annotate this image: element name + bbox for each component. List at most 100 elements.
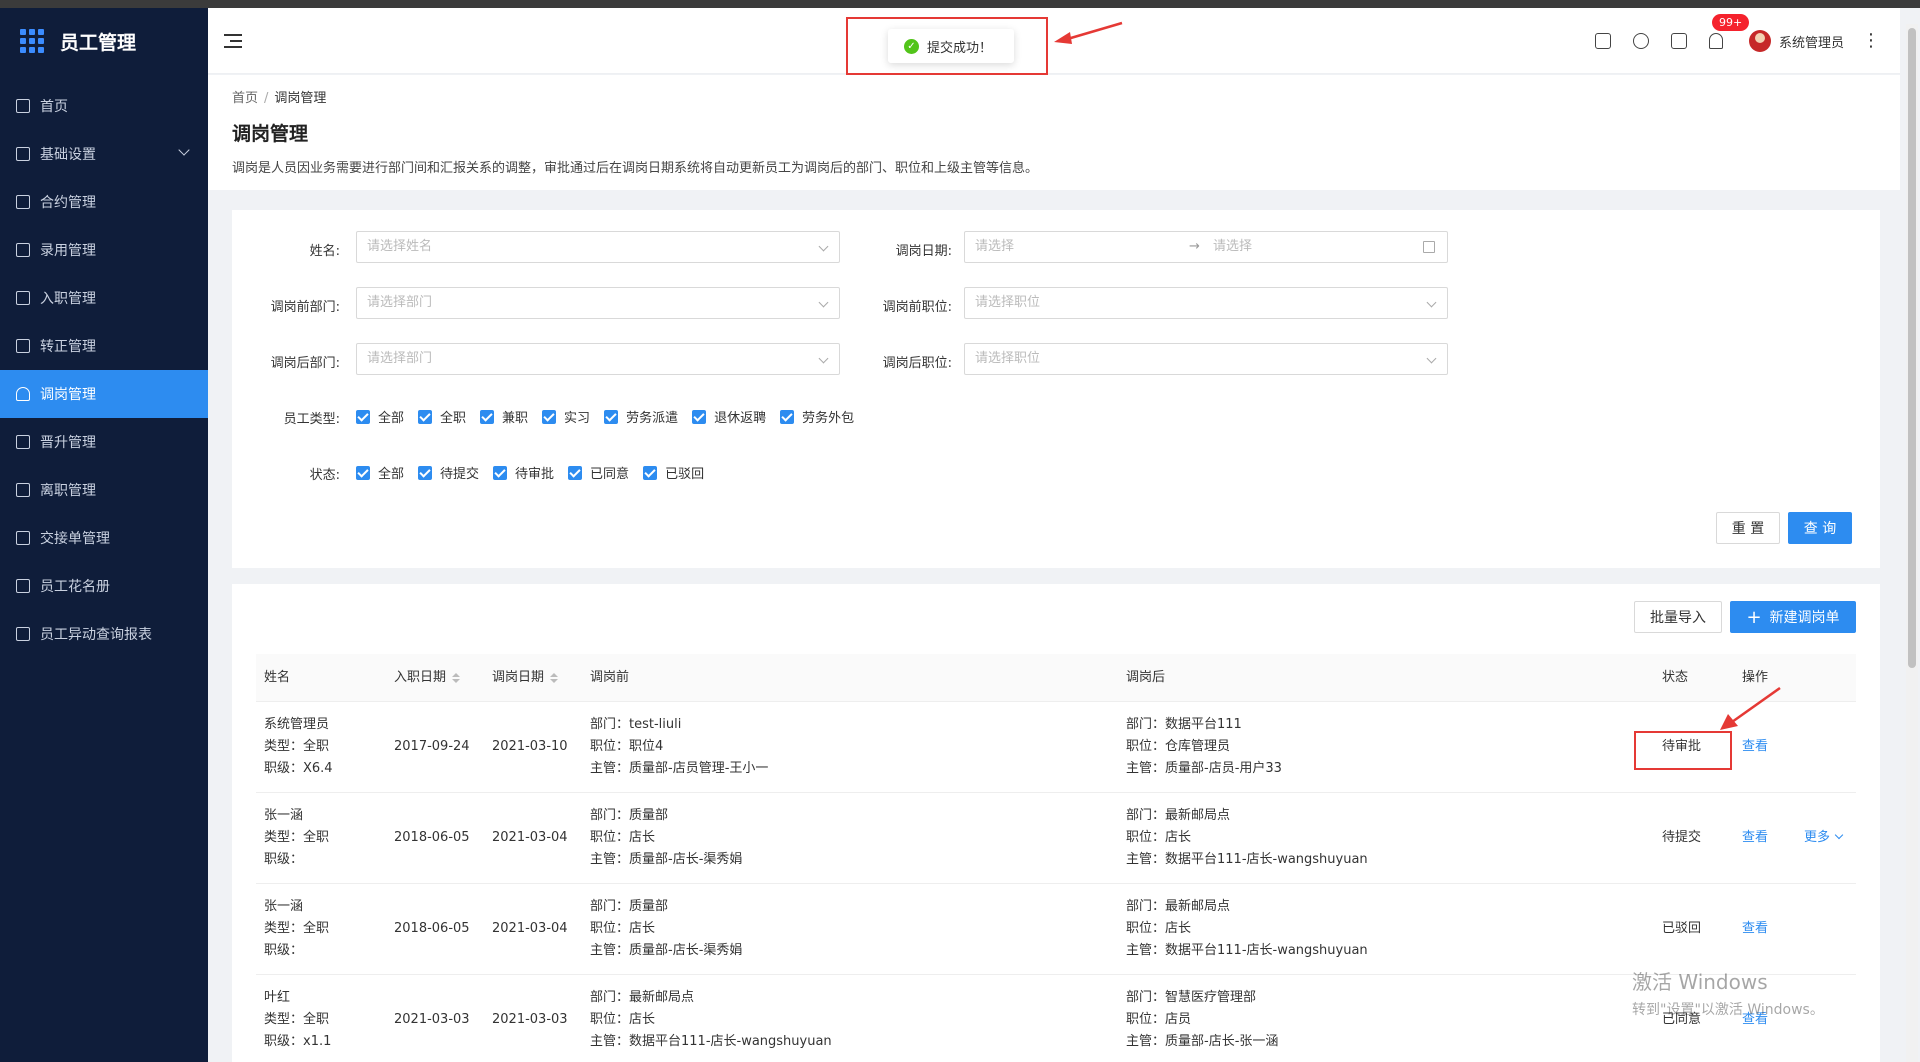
col-hire-date[interactable]: 入职日期 [394, 654, 461, 702]
sort-icon[interactable] [550, 672, 559, 683]
checkbox-statuses-4[interactable]: 已驳回 [643, 463, 704, 482]
cell-text-after_mgr: 主管：数据平台111-店长-wangshuyuan [1126, 852, 1368, 867]
chevron-down-icon [178, 144, 190, 156]
checkbox-label: 待审批 [515, 467, 555, 482]
chevron-down-icon [1834, 830, 1844, 840]
new-transfer-label: 新建调岗单 [1769, 610, 1840, 626]
sidebar-item-label: 入职管理 [40, 291, 96, 307]
checkbox-checked-icon[interactable] [643, 465, 658, 480]
after-dept-label: 调岗后部门: [270, 356, 340, 371]
page-description: 调岗是人员因业务需要进行部门间和汇报关系的调整，审批通过后在调岗日期系统将自动更… [232, 161, 1039, 176]
sidebar-item-7[interactable]: 晋升管理 [0, 418, 208, 466]
chevron-down-icon [818, 241, 829, 252]
page-scrollbar[interactable] [1906, 24, 1918, 1062]
checkbox-checked-icon[interactable] [493, 465, 508, 480]
app-logo[interactable]: 员工管理 [0, 8, 208, 74]
checkbox-checked-icon[interactable] [568, 465, 583, 480]
checkbox-checked-icon[interactable] [604, 409, 619, 424]
page-header: 首页 / 调岗管理 调岗管理 调岗是人员因业务需要进行部门间和汇报关系的调整，审批通… [208, 75, 1900, 190]
new-transfer-button[interactable]: + 新建调岗单 [1730, 601, 1856, 633]
after-pos-select[interactable]: 请选择职位 [964, 343, 1448, 375]
user-leave-icon [16, 483, 30, 497]
col-transfer-date[interactable]: 调岗日期 [492, 654, 559, 702]
checkbox-emptypes-6[interactable]: 劳务外包 [780, 407, 854, 426]
sidebar-item-1[interactable]: 基础设置 [0, 130, 208, 178]
sidebar-item-3[interactable]: 录用管理 [0, 226, 208, 274]
cell-before: 部门：质量部 职位：店长 主管：质量部-店长-渠秀娟 [590, 896, 742, 962]
grid-icon[interactable] [1670, 33, 1687, 49]
checkbox-emptypes-4[interactable]: 劳务派遣 [604, 407, 678, 426]
filter-panel: 姓名: 请选择姓名 调岗日期: 请选择 → 请选择 调岗前部门: 请选择部门 调… [232, 210, 1880, 568]
checkbox-checked-icon[interactable] [480, 409, 495, 424]
menu-toggle-icon[interactable] [224, 34, 242, 48]
checkbox-checked-icon[interactable] [780, 409, 795, 424]
checkbox-checked-icon[interactable] [418, 409, 433, 424]
checkbox-statuses-2[interactable]: 待审批 [493, 463, 554, 482]
checkbox-emptypes-0[interactable]: 全部 [356, 407, 404, 426]
breadcrumb-home[interactable]: 首页 [232, 91, 258, 106]
cell-text-after_pos: 职位：店员 [1126, 1012, 1192, 1027]
sidebar-item-label: 离职管理 [40, 483, 96, 499]
avatar[interactable] [1748, 30, 1771, 52]
sort-icon[interactable] [452, 672, 461, 683]
bell-icon[interactable]: 99+ [1708, 14, 1750, 49]
sidebar-item-11[interactable]: 员工异动查询报表 [0, 610, 208, 658]
checkbox-emptypes-5[interactable]: 退休返聘 [692, 407, 766, 426]
after-pos-placeholder: 请选择职位 [975, 351, 1041, 366]
checkbox-emptypes-3[interactable]: 实习 [542, 407, 590, 426]
checkbox-statuses-0[interactable]: 全部 [356, 463, 404, 482]
home-icon[interactable] [1594, 33, 1611, 49]
before-dept-select[interactable]: 请选择部门 [356, 287, 840, 319]
checkbox-checked-icon[interactable] [418, 465, 433, 480]
view-link[interactable]: 查看 [1742, 827, 1768, 849]
checkbox-checked-icon[interactable] [356, 465, 370, 480]
sidebar-item-0[interactable]: 首页 [0, 82, 208, 130]
sidebar-item-label: 转正管理 [40, 339, 96, 355]
cell-text-before_dept: 部门：质量部 [590, 899, 669, 914]
help-icon[interactable] [1632, 33, 1649, 49]
sidebar-item-2[interactable]: 合约管理 [0, 178, 208, 226]
layout-icon [16, 339, 30, 353]
batch-import-button[interactable]: 批量导入 [1634, 601, 1722, 633]
cell-text-type: 类型：全职 [264, 739, 330, 754]
cell-text-level: 职级：x1.1 [264, 1034, 332, 1049]
before-pos-select[interactable]: 请选择职位 [964, 287, 1448, 319]
more-dropdown[interactable]: 更多 [1804, 827, 1844, 849]
cell-after: 部门：最新邮局点 职位：店长 主管：数据平台111-店长-wangshuyuan [1126, 805, 1368, 871]
after-dept-select[interactable]: 请选择部门 [356, 343, 840, 375]
table-header: 姓名 入职日期 调岗日期 调岗前 调岗后 状态 操作 [256, 654, 1856, 702]
checkbox-emptypes-1[interactable]: 全职 [418, 407, 466, 426]
sidebar-item-8[interactable]: 离职管理 [0, 466, 208, 514]
sidebar-item-6[interactable]: 调岗管理 [0, 370, 208, 418]
checkbox-statuses-3[interactable]: 已同意 [568, 463, 629, 482]
sidebar-item-5[interactable]: 转正管理 [0, 322, 208, 370]
checkbox-checked-icon[interactable] [542, 409, 557, 424]
checkbox-checked-icon[interactable] [692, 409, 707, 424]
username[interactable]: 系统管理员 [1779, 32, 1844, 51]
table-row: 叶红 类型：全职 职级：x1.1 2021-03-03 2021-03-03 部门：最新邮… [256, 975, 1856, 1062]
checkbox-emptypes-2[interactable]: 兼职 [480, 407, 528, 426]
view-link[interactable]: 查看 [1742, 736, 1768, 758]
cell-text-name: 张一涵 [264, 899, 304, 914]
copy-icon [16, 531, 30, 545]
browser-top-strip [0, 0, 1920, 8]
sidebar-item-10[interactable]: 员工花名册 [0, 562, 208, 610]
checkbox-statuses-1[interactable]: 待提交 [418, 463, 479, 482]
reset-button[interactable]: 重 置 [1716, 512, 1780, 544]
view-link[interactable]: 查看 [1742, 918, 1768, 940]
cell-text-after_mgr: 主管：质量部-店长-张一涵 [1126, 1034, 1279, 1049]
transfer-date-range[interactable]: 请选择 → 请选择 [964, 231, 1448, 263]
cell-text-status: 已驳回 [1662, 921, 1702, 936]
document-icon [16, 243, 30, 257]
scrollbar-thumb[interactable] [1908, 28, 1916, 668]
col-after: 调岗后 [1126, 670, 1166, 685]
sidebar-item-4[interactable]: 入职管理 [0, 274, 208, 322]
checkbox-checked-icon[interactable] [356, 409, 370, 424]
after-dept-placeholder: 请选择部门 [367, 351, 433, 366]
sidebar-item-9[interactable]: 交接单管理 [0, 514, 208, 562]
name-select[interactable]: 请选择姓名 [356, 231, 840, 263]
more-vertical-icon[interactable]: ⋮ [1862, 32, 1880, 50]
cell-hire-date: 2018-06-05 [394, 827, 470, 849]
cell-text-after_dept: 部门：最新邮局点 [1126, 808, 1231, 823]
query-button[interactable]: 查 询 [1788, 512, 1852, 544]
